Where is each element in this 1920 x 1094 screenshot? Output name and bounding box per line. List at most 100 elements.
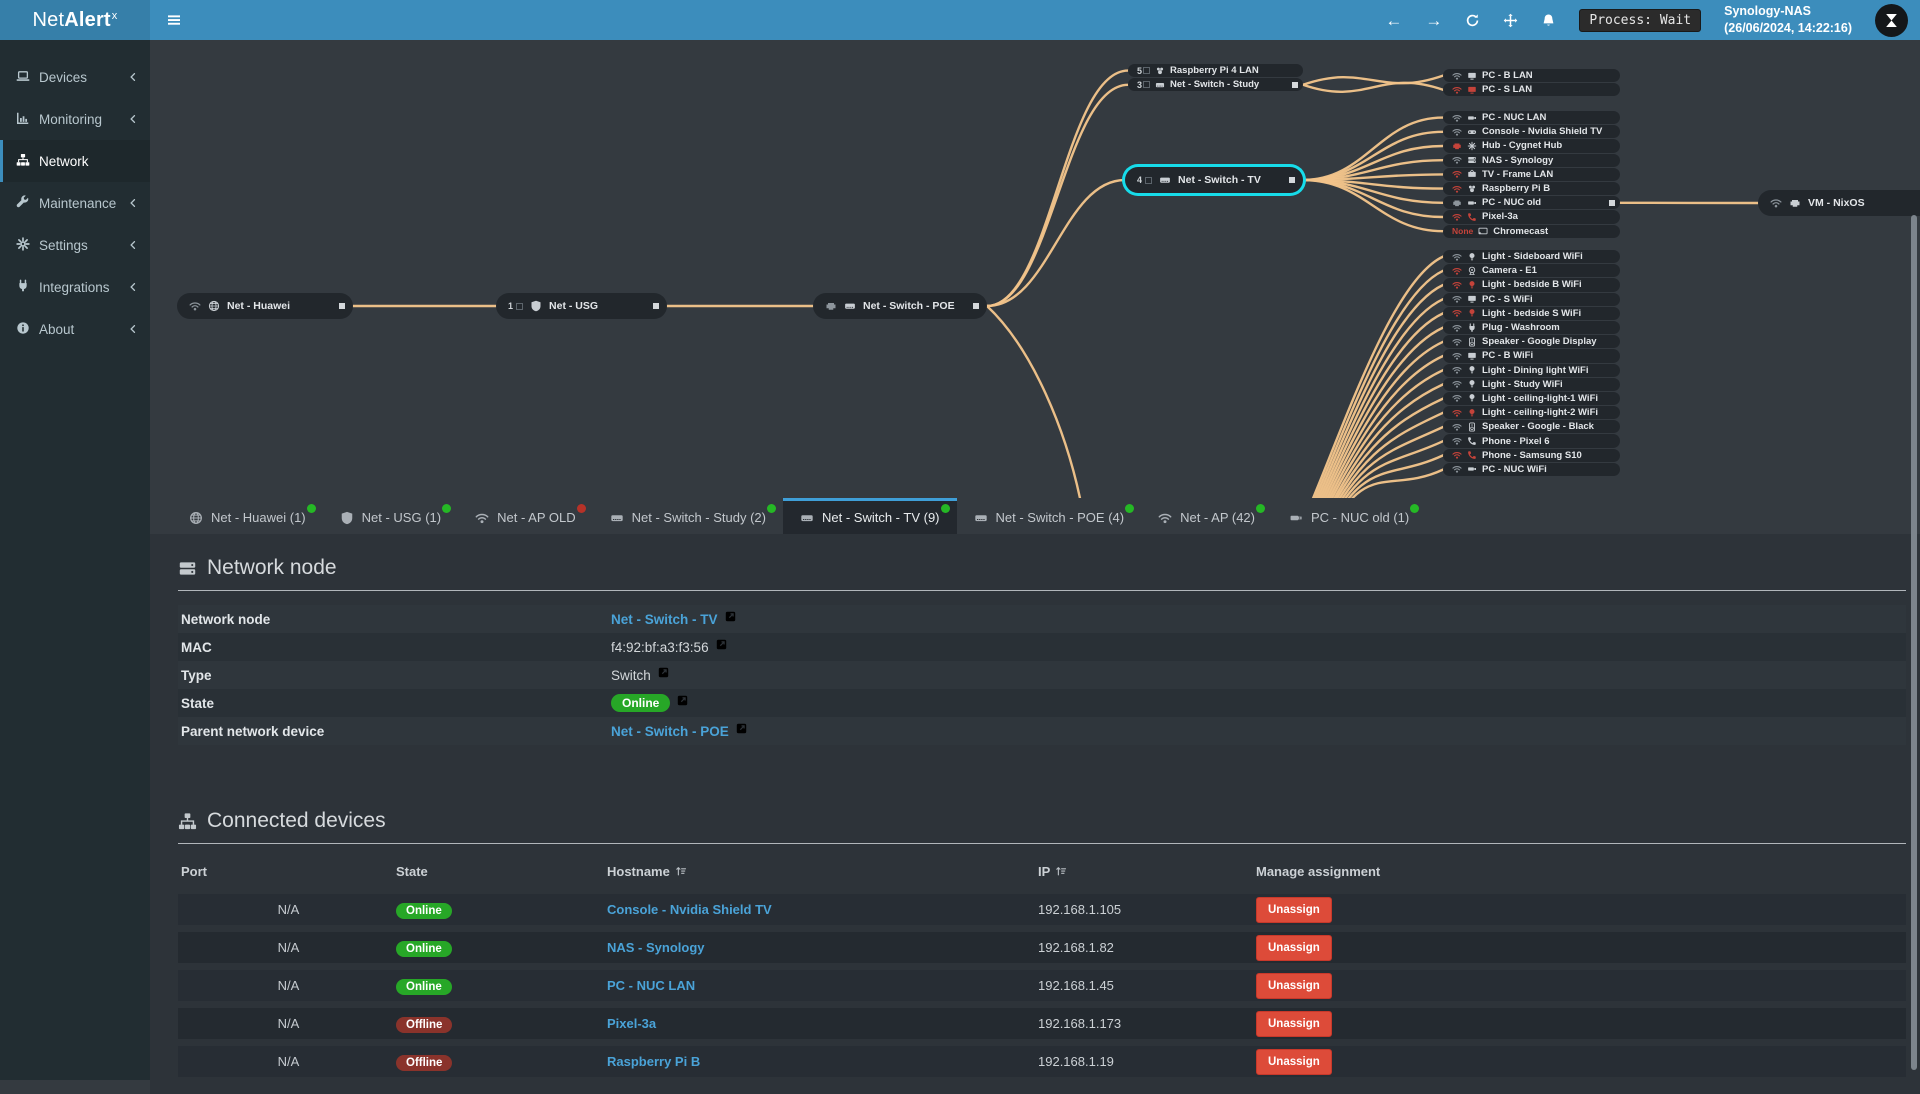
diagram-device-row[interactable]: Light - bedside B WiFi [1443,278,1620,291]
column-header[interactable]: IP [1038,864,1256,879]
field-label: Network node [181,612,611,627]
wifi-icon [1452,252,1462,262]
diagram-device-row[interactable]: Light - Dining light WiFi [1443,364,1620,377]
port-square [339,303,345,309]
node-tab[interactable]: Net - Switch - TV (9) [783,498,957,534]
sidebar-item[interactable]: About [0,308,150,350]
sidebar-item[interactable]: Integrations [0,266,150,308]
nav-forward-icon[interactable]: → [1425,12,1442,29]
hostname-link[interactable]: PC - NUC LAN [607,978,695,993]
wifi-icon [1452,379,1462,389]
node-tab[interactable]: Net - Switch - Study (2) [593,498,783,534]
diagram-device-row[interactable]: PC - NUC WiFi [1443,463,1620,476]
diagram-device-row[interactable]: Phone - Samsung S10 [1443,449,1620,462]
app-logo[interactable]: NetAlertx [0,0,150,40]
diagram-node-huawei[interactable]: Net - Huawei [177,293,353,319]
diagram-device-row[interactable]: Hub - Cygnet Hub [1443,139,1620,152]
diagram-device-row[interactable]: Phone - Pixel 6 [1443,434,1620,447]
diagram-device-row[interactable]: Light - ceiling-light-1 WiFi [1443,392,1620,405]
unassign-button[interactable]: Unassign [1256,897,1332,923]
unassign-button[interactable]: Unassign [1256,973,1332,999]
diagram-device-row[interactable]: Light - Sideboard WiFi [1443,250,1620,263]
diagram-node-tv[interactable]: 4Net - Switch - TV [1125,167,1303,193]
refresh-icon[interactable] [1465,13,1480,28]
diagram-device-row[interactable]: NAS - Synology [1443,154,1620,167]
diagram-device-row[interactable]: Plug - Washroom [1443,321,1620,334]
diagram-device-row[interactable]: PC - S WiFi [1443,293,1620,306]
info-icon [16,321,30,338]
diagram-device-row[interactable]: Raspberry Pi B [1443,182,1620,195]
port-number: 4 [1137,175,1142,185]
diagram-node-usg[interactable]: 1Net - USG [496,293,667,319]
diagram-device-row[interactable]: PC - S LAN [1443,83,1620,96]
diagram-device-row[interactable]: Light - Study WiFi [1443,378,1620,391]
field-label: Type [181,668,611,683]
hostname-link[interactable]: Raspberry Pi B [607,1054,700,1069]
column-header[interactable]: Hostname [607,864,1038,879]
sort-icon[interactable] [1055,865,1067,877]
diagram-device-row[interactable]: Light - ceiling-light-2 WiFi [1443,406,1620,419]
shield-icon [340,511,354,525]
state-badge: Online [396,941,452,957]
diagram-device-row[interactable]: 3Net - Switch - Study [1128,78,1303,91]
page-scrollbar[interactable] [1911,215,1917,1070]
sidebar-item[interactable]: Settings [0,224,150,266]
port-number: 5 [1137,66,1142,76]
diagram-device-row[interactable]: PC - B WiFi [1443,349,1620,362]
diagram-device-row[interactable]: PC - NUC LAN [1443,111,1620,124]
sidebar-item[interactable]: Maintenance [0,182,150,224]
diagram-node-vm[interactable]: VM - NixOS [1758,190,1920,216]
sort-icon[interactable] [675,865,687,877]
sidebar-item[interactable]: Network [0,140,150,182]
node-tab[interactable]: Net - Switch - POE (4) [957,498,1142,534]
cell-port: N/A [178,1016,396,1031]
chevleft-icon [128,198,138,208]
nav-back-icon[interactable]: ← [1385,12,1402,29]
sidebar-toggle-button[interactable] [166,12,182,28]
bell-icon[interactable] [1541,13,1556,28]
external-link-icon[interactable] [657,666,670,684]
hostname-link[interactable]: NAS - Synology [607,940,705,955]
chart-icon [16,111,30,125]
node-tab[interactable]: Net - Huawei (1) [172,498,323,534]
node-tab[interactable]: Net - AP (42) [1141,498,1272,534]
sitemap-icon [16,153,30,167]
diagram-device-row[interactable]: NoneChromecast [1443,225,1620,238]
diagram-device-row[interactable]: PC - B LAN [1443,69,1620,82]
external-link-icon[interactable] [715,638,728,656]
host-timestamp: (26/06/2024, 14:22:16) [1724,20,1852,37]
column-header[interactable]: Port [178,864,396,879]
hostname-link[interactable]: Pixel-3a [607,1016,656,1031]
tab-label: Net - AP OLD [497,510,576,525]
diagram-device-row[interactable]: Camera - E1 [1443,264,1620,277]
hostname-link[interactable]: Console - Nvidia Shield TV [607,902,772,917]
diagram-device-row[interactable]: Console - Nvidia Shield TV [1443,125,1620,138]
sidebar-item[interactable]: Monitoring [0,98,150,140]
avatar[interactable] [1875,4,1908,37]
external-link-icon[interactable] [735,722,748,740]
sidebar-item[interactable]: Devices [0,56,150,98]
node-tab[interactable]: Net - AP OLD [458,498,593,534]
external-link-icon[interactable] [724,610,737,628]
diagram-device-row[interactable]: TV - Frame LAN [1443,168,1620,181]
column-header[interactable]: Manage assignment [1256,864,1906,879]
unassign-button[interactable]: Unassign [1256,1011,1332,1037]
diagram-node-poe[interactable]: Net - Switch - POE [813,293,987,319]
diagram-device-row[interactable]: Light - bedside S WiFi [1443,307,1620,320]
node-tab[interactable]: Net - USG (1) [323,498,458,534]
diagram-device-row[interactable]: 5Raspberry Pi 4 LAN [1128,64,1303,77]
unassign-button[interactable]: Unassign [1256,935,1332,961]
column-header[interactable]: State [396,864,607,879]
diagram-device-row[interactable]: Speaker - Google Display [1443,335,1620,348]
move-icon[interactable] [1503,13,1518,28]
unassign-button[interactable]: Unassign [1256,1049,1332,1075]
cell-port: N/A [178,1054,396,1069]
diagram-device-row[interactable]: Speaker - Google - Black [1443,420,1620,433]
speaker-icon [1467,422,1477,432]
diagram-device-row[interactable]: PC - NUC old [1443,196,1620,209]
external-link-icon[interactable] [676,694,689,712]
gear-icon [16,237,30,251]
diagram-device-row[interactable]: Pixel-3a [1443,210,1620,223]
field-value: Net - Switch - POE [611,724,729,739]
node-tab[interactable]: PC - NUC old (1) [1272,498,1426,534]
